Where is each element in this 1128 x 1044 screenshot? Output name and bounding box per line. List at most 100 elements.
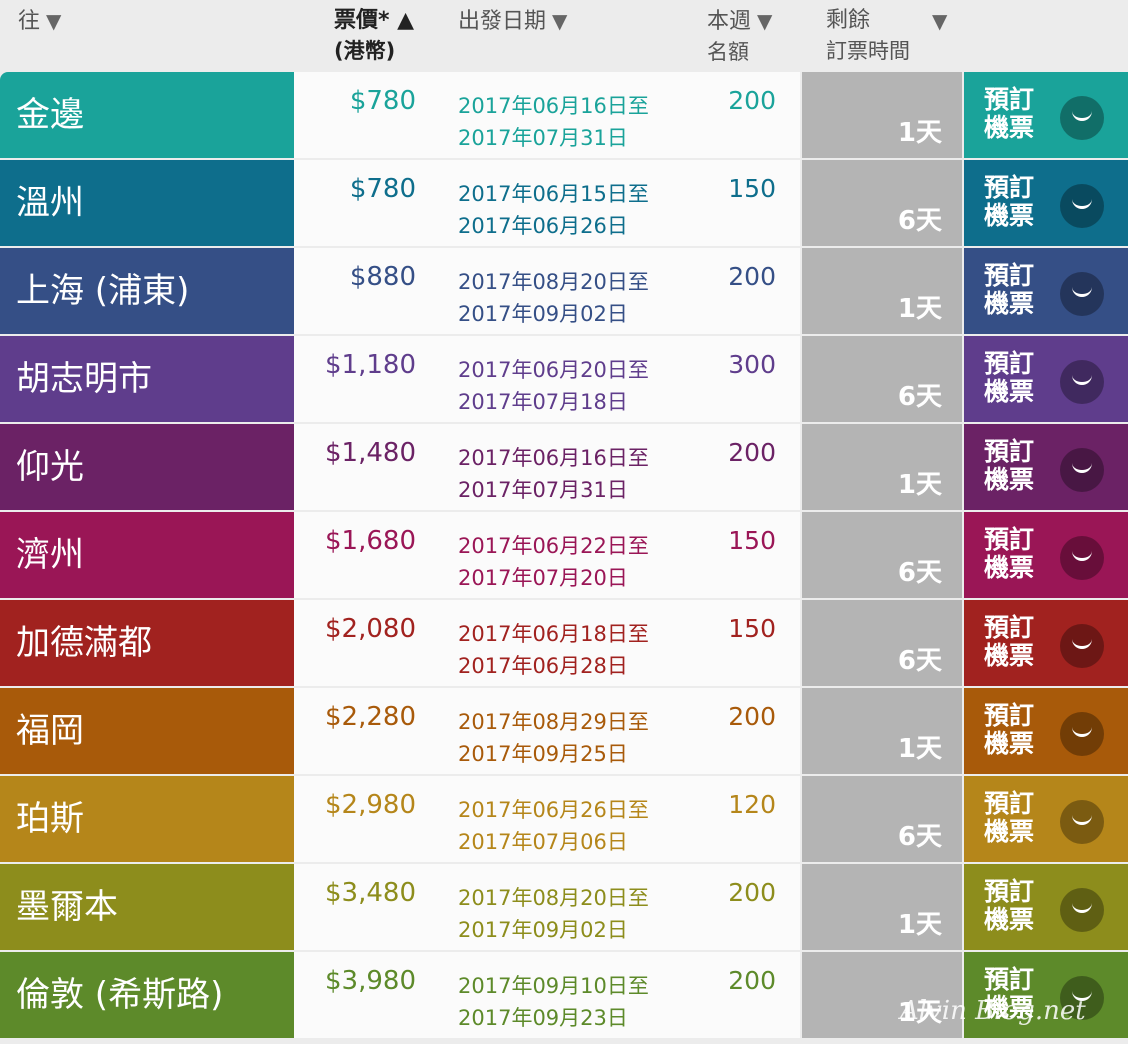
remaining-time-value: 1天: [897, 470, 942, 500]
travel-start-date: 2017年06月15日至: [458, 182, 649, 206]
destination-cell[interactable]: 溫州: [0, 160, 294, 246]
destination-cell[interactable]: 珀斯: [0, 776, 294, 862]
remaining-time-cell: 6天: [802, 512, 962, 598]
book-ticket-label: 預訂 機票: [984, 438, 1034, 494]
travel-period: 2017年08月20日至 2017年09月02日: [458, 266, 649, 330]
sort-price-header[interactable]: 票價* ▲ (港幣): [334, 6, 414, 66]
travel-start-date: 2017年06月16日至: [458, 94, 649, 118]
smile-arrow-icon: [1060, 360, 1104, 404]
travel-end-date: 2017年07月31日: [458, 126, 628, 150]
destination-cell[interactable]: 胡志明市: [0, 336, 294, 422]
price-value: $3,980: [325, 966, 416, 996]
book-ticket-label: 預訂 機票: [984, 526, 1034, 582]
travel-period: 2017年08月29日至 2017年09月25日: [458, 706, 649, 770]
book-ticket-label-line1: 預訂: [984, 349, 1035, 378]
sort-date-header[interactable]: 出發日期 ▼: [458, 6, 567, 37]
travel-period: 2017年06月26日至 2017年07月06日: [458, 794, 649, 858]
remaining-time-value: 6天: [897, 646, 942, 676]
fare-details: $2,280 2017年08月29日至 2017年09月25日 200: [294, 688, 800, 774]
remaining-time-value: 6天: [897, 382, 942, 412]
travel-period: 2017年09月10日至 2017年09月23日: [458, 970, 649, 1034]
destination-cell[interactable]: 加德滿都: [0, 600, 294, 686]
sort-down-icon: ▼: [757, 9, 773, 33]
book-ticket-button[interactable]: 預訂 機票: [964, 688, 1128, 774]
weekly-quota-value: 300: [728, 350, 776, 379]
weekly-quota-value: 150: [728, 614, 776, 643]
fare-row: 濟州 $1,680 2017年06月22日至 2017年07月20日 150 6…: [0, 512, 1128, 598]
destination-cell[interactable]: 墨爾本: [0, 864, 294, 950]
travel-start-date: 2017年08月20日至: [458, 270, 649, 294]
remaining-time-cell: 6天: [802, 160, 962, 246]
book-ticket-label-line1: 預訂: [984, 173, 1035, 202]
book-ticket-label: 預訂 機票: [984, 86, 1034, 142]
fare-row: 加德滿都 $2,080 2017年06月18日至 2017年06月28日 150…: [0, 600, 1128, 686]
book-ticket-button[interactable]: 預訂 機票: [964, 512, 1128, 598]
smile-arrow-icon: [1060, 184, 1104, 228]
book-ticket-button[interactable]: 預訂 機票: [964, 72, 1128, 158]
weekly-quota-value: 200: [728, 262, 776, 291]
book-ticket-button[interactable]: 預訂 機票: [964, 864, 1128, 950]
book-ticket-label: 預訂 機票: [984, 614, 1034, 670]
book-ticket-button[interactable]: 預訂 機票: [964, 248, 1128, 334]
travel-start-date: 2017年06月26日至: [458, 798, 649, 822]
fare-details: $3,480 2017年08月20日至 2017年09月02日 200: [294, 864, 800, 950]
travel-end-date: 2017年09月02日: [458, 918, 628, 942]
book-ticket-label-line2: 機票: [984, 905, 1035, 934]
remaining-time-value: 6天: [897, 206, 942, 236]
travel-period: 2017年06月16日至 2017年07月31日: [458, 90, 649, 154]
book-ticket-label-line2: 機票: [984, 817, 1035, 846]
remaining-time-cell: 1天: [802, 248, 962, 334]
remaining-time-cell: 1天: [802, 424, 962, 510]
price-header-unit: (港幣): [334, 39, 396, 63]
book-ticket-label: 預訂 機票: [984, 174, 1034, 230]
fare-details: $3,980 2017年09月10日至 2017年09月23日 200: [294, 952, 800, 1038]
destination-cell[interactable]: 仰光: [0, 424, 294, 510]
travel-period: 2017年06月22日至 2017年07月20日: [458, 530, 649, 594]
sort-remaining-header[interactable]: 剩餘 ▼ 訂票時間: [826, 6, 947, 66]
book-ticket-button[interactable]: 預訂 機票: [964, 776, 1128, 862]
book-ticket-button[interactable]: 預訂 機票: [964, 336, 1128, 422]
fare-row: 墨爾本 $3,480 2017年08月20日至 2017年09月02日 200 …: [0, 864, 1128, 950]
book-ticket-label-line1: 預訂: [984, 613, 1035, 642]
smile-arrow-icon: [1060, 96, 1104, 140]
weekly-quota-value: 150: [728, 526, 776, 555]
travel-start-date: 2017年06月22日至: [458, 534, 649, 558]
smile-arrow-icon: [1060, 448, 1104, 492]
destination-cell[interactable]: 上海 (浦東): [0, 248, 294, 334]
travel-end-date: 2017年06月26日: [458, 214, 628, 238]
travel-end-date: 2017年09月23日: [458, 1006, 628, 1030]
book-ticket-label-line1: 預訂: [984, 525, 1035, 554]
remaining-time-value: 1天: [897, 118, 942, 148]
smile-arrow-icon: [1060, 712, 1104, 756]
smile-arrow-icon: [1060, 536, 1104, 580]
travel-period: 2017年06月20日至 2017年07月18日: [458, 354, 649, 418]
book-ticket-label-line2: 機票: [984, 201, 1035, 230]
book-ticket-label-line2: 機票: [984, 377, 1035, 406]
smile-arrow-icon: [1060, 272, 1104, 316]
travel-start-date: 2017年08月29日至: [458, 710, 649, 734]
travel-period: 2017年06月16日至 2017年07月31日: [458, 442, 649, 506]
destination-cell[interactable]: 倫敦 (希斯路): [0, 952, 294, 1038]
weekly-quota-value: 200: [728, 702, 776, 731]
book-ticket-label: 預訂 機票: [984, 878, 1034, 934]
destination-cell[interactable]: 福岡: [0, 688, 294, 774]
sort-destination-header[interactable]: 往 ▼: [18, 6, 61, 37]
book-ticket-button[interactable]: 預訂 機票: [964, 160, 1128, 246]
weekly-quota-value: 120: [728, 790, 776, 819]
fare-details: $2,980 2017年06月26日至 2017年07月06日 120: [294, 776, 800, 862]
book-ticket-label-line1: 預訂: [984, 261, 1035, 290]
fare-table-page: 往 ▼ 票價* ▲ (港幣) 出發日期 ▼ 本週 ▼ 名額 剩餘 ▼ 訂票時間 金邊 $…: [0, 0, 1128, 1044]
travel-end-date: 2017年09月02日: [458, 302, 628, 326]
table-header: 往 ▼ 票價* ▲ (港幣) 出發日期 ▼ 本週 ▼ 名額 剩餘 ▼ 訂票時間: [0, 0, 1128, 72]
book-ticket-button[interactable]: 預訂 機票: [964, 600, 1128, 686]
destination-cell[interactable]: 金邊: [0, 72, 294, 158]
watermark: Alvin Blog.net: [900, 996, 1086, 1026]
book-ticket-label-line1: 預訂: [984, 789, 1035, 818]
book-ticket-label: 預訂 機票: [984, 350, 1034, 406]
fare-details: $780 2017年06月16日至 2017年07月31日 200: [294, 72, 800, 158]
book-ticket-button[interactable]: 預訂 機票: [964, 424, 1128, 510]
remaining-time-cell: 1天: [802, 72, 962, 158]
travel-period: 2017年06月15日至 2017年06月26日: [458, 178, 649, 242]
destination-cell[interactable]: 濟州: [0, 512, 294, 598]
sort-quota-header[interactable]: 本週 ▼ 名額: [707, 6, 772, 67]
